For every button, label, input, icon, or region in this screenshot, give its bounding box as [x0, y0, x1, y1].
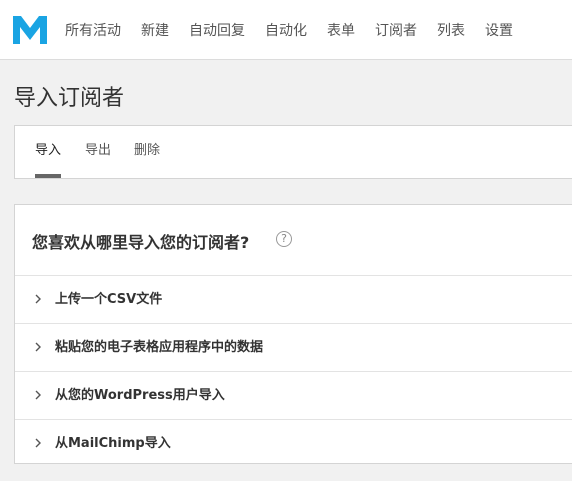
tab-export[interactable]: 导出	[85, 126, 111, 178]
nav-item-forms[interactable]: 表单	[327, 20, 355, 40]
mailpoet-logo-icon[interactable]	[13, 16, 47, 44]
nav-item-autoresponder[interactable]: 自动回复	[189, 20, 245, 40]
top-navigation-bar: 所有活动 新建 自动回复 自动化 表单 订阅者 列表 设置	[0, 0, 572, 60]
nav-item-new[interactable]: 新建	[141, 20, 169, 40]
chevron-right-icon	[35, 294, 41, 304]
nav-menu: 所有活动 新建 自动回复 自动化 表单 订阅者 列表 设置	[65, 0, 533, 60]
nav-item-settings[interactable]: 设置	[485, 20, 513, 40]
help-icon[interactable]: ?	[276, 231, 292, 247]
tab-bar: 导入 导出 删除	[14, 125, 572, 179]
option-label: 从MailChimp导入	[55, 436, 171, 451]
tab-delete[interactable]: 删除	[134, 126, 160, 178]
option-wordpress-users[interactable]: 从您的WordPress用户导入	[15, 372, 572, 420]
option-label: 从您的WordPress用户导入	[55, 388, 225, 403]
nav-item-subscribers[interactable]: 订阅者	[375, 20, 417, 40]
tab-import[interactable]: 导入	[35, 126, 62, 178]
chevron-right-icon	[35, 342, 41, 352]
import-source-panel: 您喜欢从哪里导入您的订阅者? ? 上传一个CSV文件 粘贴您的电子表格应用程序中…	[14, 204, 572, 464]
nav-item-lists[interactable]: 列表	[437, 20, 465, 40]
panel-header: 您喜欢从哪里导入您的订阅者? ?	[15, 205, 572, 276]
chevron-right-icon	[35, 390, 41, 400]
option-label: 上传一个CSV文件	[55, 292, 163, 307]
nav-item-automation[interactable]: 自动化	[265, 20, 307, 40]
option-upload-csv[interactable]: 上传一个CSV文件	[15, 276, 572, 324]
page-title: 导入订阅者	[14, 86, 125, 111]
option-mailchimp[interactable]: 从MailChimp导入	[15, 420, 572, 467]
option-paste-data[interactable]: 粘贴您的电子表格应用程序中的数据	[15, 324, 572, 372]
nav-item-all-campaigns[interactable]: 所有活动	[65, 20, 121, 40]
option-label: 粘贴您的电子表格应用程序中的数据	[55, 340, 264, 355]
chevron-right-icon	[35, 438, 41, 448]
panel-heading: 您喜欢从哪里导入您的订阅者?	[32, 233, 250, 252]
